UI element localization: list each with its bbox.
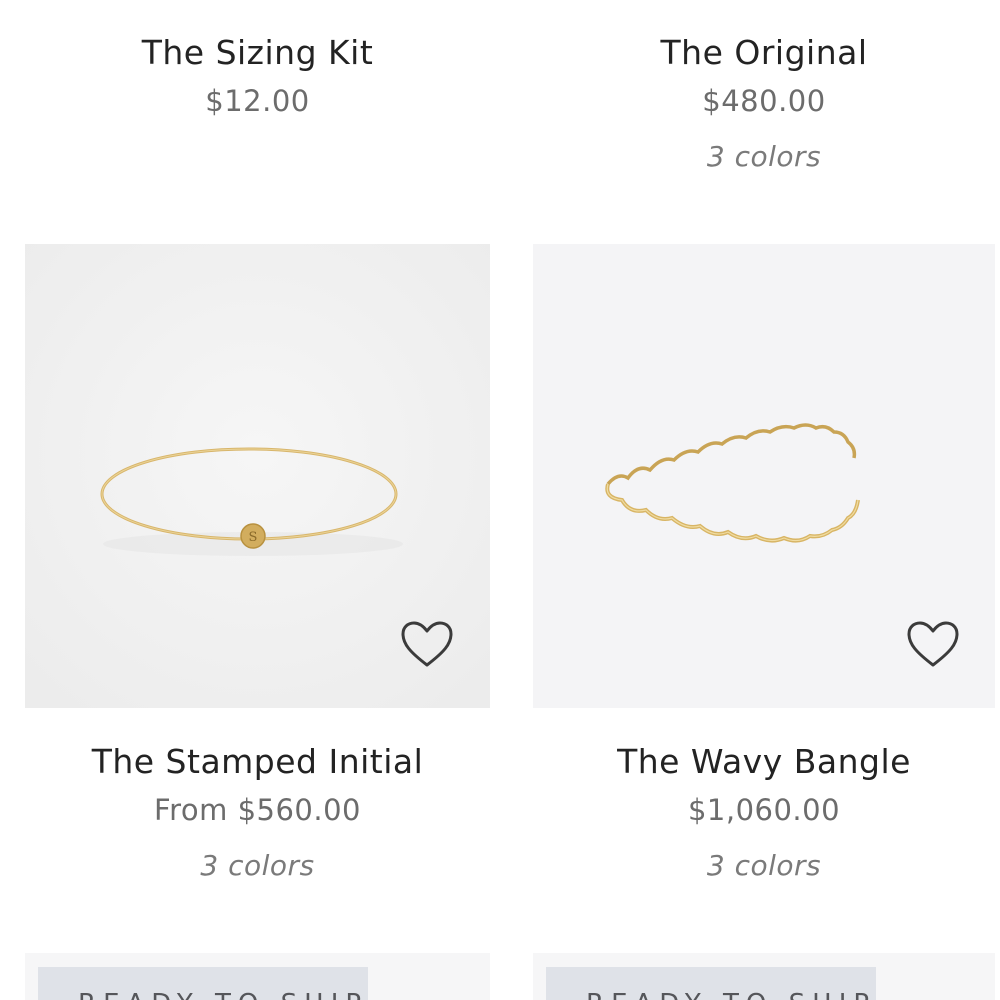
- product-info-wavy-bangle[interactable]: The Wavy Bangle $1,060.00 3 colors: [533, 742, 995, 884]
- product-price: $1,060.00: [687, 793, 841, 827]
- product-image-wavy-bangle[interactable]: [533, 244, 995, 708]
- product-color-count[interactable]: 3 colors: [533, 139, 995, 175]
- heart-outline-icon[interactable]: [400, 620, 454, 668]
- product-info-stamped-initial[interactable]: The Stamped Initial From $560.00 3 color…: [25, 742, 490, 884]
- heart-outline-icon[interactable]: [906, 620, 960, 668]
- product-name[interactable]: The Original: [533, 33, 995, 73]
- product-color-count[interactable]: 3 colors: [25, 848, 490, 884]
- product-image-stamped-initial[interactable]: S: [25, 244, 490, 708]
- product-card-partial[interactable]: READY TO SHIP: [533, 953, 995, 1000]
- product-price: From $560.00: [154, 793, 361, 827]
- product-price: $480.00: [702, 84, 826, 118]
- product-name[interactable]: The Stamped Initial: [25, 742, 490, 782]
- product-name[interactable]: The Wavy Bangle: [533, 742, 995, 782]
- product-info-the-original[interactable]: The Original $480.00 3 colors: [533, 33, 995, 175]
- product-info-sizing-kit[interactable]: The Sizing Kit $12.00: [25, 33, 490, 119]
- product-price: $12.00: [205, 84, 310, 118]
- product-card-partial[interactable]: READY TO SHIP: [25, 953, 490, 1000]
- product-color-count[interactable]: 3 colors: [533, 848, 995, 884]
- svg-text:S: S: [249, 530, 258, 545]
- product-grid-page: The Sizing Kit $12.00 The Original $480.…: [0, 0, 1000, 1000]
- product-name[interactable]: The Sizing Kit: [25, 33, 490, 73]
- ready-to-ship-badge: READY TO SHIP: [546, 967, 876, 1000]
- ready-to-ship-badge: READY TO SHIP: [38, 967, 368, 1000]
